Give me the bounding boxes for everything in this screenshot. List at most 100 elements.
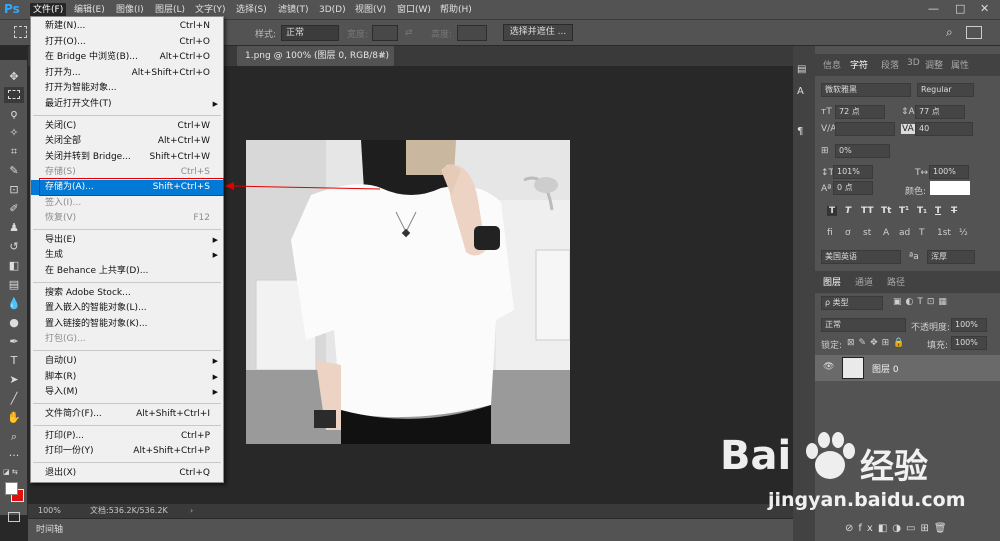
history-panel-icon[interactable]: ▤: [797, 64, 806, 75]
zoom-tool-icon[interactable]: ⌕: [4, 429, 24, 445]
visibility-eye-icon[interactable]: 👁: [823, 362, 834, 372]
menu-3d[interactable]: 3D(D): [316, 3, 349, 17]
ligatures-button[interactable]: fi: [827, 228, 833, 238]
menu-item-scripts[interactable]: 脚本(R) ▶: [31, 370, 223, 385]
font-size-field[interactable]: 72 点: [835, 105, 885, 119]
fractions-button[interactable]: ½: [959, 228, 968, 238]
superscript-button[interactable]: T¹: [899, 206, 909, 216]
gradient-tool-icon[interactable]: ▤: [4, 277, 24, 293]
blur-tool-icon[interactable]: 💧: [4, 296, 24, 312]
width-field[interactable]: [372, 25, 398, 41]
strikethrough-button[interactable]: T: [951, 206, 957, 216]
faux-italic-button[interactable]: T: [845, 206, 851, 216]
menu-item-share-behance[interactable]: 在 Behance 上共享(D)...: [31, 264, 223, 279]
menu-item-automate[interactable]: 自动(U) ▶: [31, 354, 223, 369]
baseline-field[interactable]: 0 点: [833, 181, 873, 195]
quick-mask-icon[interactable]: [8, 512, 20, 522]
menu-item-new[interactable]: 新建(N)... Ctrl+N: [31, 19, 223, 34]
menu-select[interactable]: 选择(S): [233, 3, 270, 17]
menu-item-print[interactable]: 打印(P)... Ctrl+P: [31, 429, 223, 444]
ordinals-button[interactable]: T: [919, 228, 925, 238]
tab-paths[interactable]: 路径: [887, 275, 905, 288]
menu-filter[interactable]: 滤镜(T): [275, 3, 312, 17]
workspace-icon[interactable]: [966, 26, 982, 39]
tab-paragraph[interactable]: 段落: [881, 58, 899, 71]
menu-item-package[interactable]: 打包(G)...: [31, 332, 223, 347]
marquee-tool-icon[interactable]: [4, 87, 24, 103]
vscale-field[interactable]: 0%: [835, 144, 890, 158]
brush-tool-icon[interactable]: ✐: [4, 201, 24, 217]
select-and-mask-button[interactable]: 选择并遮住 ...: [503, 24, 573, 41]
more-tools-icon[interactable]: ···: [4, 448, 24, 464]
menu-item-close-all[interactable]: 关闭全部 Alt+Ctrl+W: [31, 134, 223, 149]
line-tool-icon[interactable]: ╱: [4, 391, 24, 407]
menu-type[interactable]: 文字(Y): [192, 3, 229, 17]
height-field[interactable]: [457, 25, 487, 41]
menu-item-revert[interactable]: 恢复(V) F12: [31, 211, 223, 226]
font-family-select[interactable]: 微软雅黑: [821, 83, 911, 97]
swap-icon[interactable]: ⇄: [405, 28, 413, 38]
menu-file[interactable]: 文件(F): [30, 3, 67, 17]
layer-kind-filter[interactable]: ρ 类型: [821, 296, 883, 310]
small-caps-button[interactable]: Tt: [881, 206, 891, 216]
history-brush-icon[interactable]: ↺: [4, 239, 24, 255]
menu-item-open-as[interactable]: 打开为... Alt+Shift+Ctrl+O: [31, 66, 223, 81]
character-panel-icon[interactable]: A: [797, 86, 804, 97]
marquee-preset-icon[interactable]: [14, 26, 27, 38]
healing-brush-icon[interactable]: ⊡: [4, 182, 24, 198]
horizontal-scale-field[interactable]: 100%: [929, 165, 969, 179]
default-colors-icon[interactable]: ◪ ⇆: [3, 468, 18, 476]
lasso-tool-icon[interactable]: ϙ: [4, 106, 24, 122]
menu-item-close[interactable]: 关闭(C) Ctrl+W: [31, 119, 223, 134]
layer-name[interactable]: 图层 0: [872, 362, 899, 375]
language-select[interactable]: 美国英语: [821, 250, 901, 264]
dodge-tool-icon[interactable]: ●: [4, 315, 24, 331]
menu-item-open-smart-object[interactable]: 打开为智能对象...: [31, 81, 223, 96]
menu-item-check-in[interactable]: 签入(I)...: [31, 196, 223, 211]
menu-help[interactable]: 帮助(H): [437, 3, 475, 17]
lock-icons[interactable]: ⊠✎✥⊞🔒: [847, 338, 908, 348]
restore-button[interactable]: □: [955, 2, 965, 15]
menu-item-search-stock[interactable]: 搜索 Adobe Stock...: [31, 286, 223, 301]
menu-item-close-go-bridge[interactable]: 关闭并转到 Bridge... Shift+Ctrl+W: [31, 150, 223, 165]
fill-field[interactable]: 100%: [951, 336, 987, 350]
move-tool-icon[interactable]: ✥: [4, 69, 24, 85]
opacity-field[interactable]: 100%: [951, 318, 987, 332]
tab-layers[interactable]: 图层: [823, 275, 841, 288]
filter-icons[interactable]: ▣◐T⊡▦: [893, 297, 951, 307]
paragraph-panel-icon[interactable]: ¶: [797, 126, 803, 137]
vertical-scale-field[interactable]: 101%: [833, 165, 873, 179]
menu-item-file-info[interactable]: 文件简介(F)... Alt+Shift+Ctrl+I: [31, 407, 223, 422]
tab-adjustments[interactable]: 调整: [925, 58, 943, 71]
old-style-button[interactable]: ơ: [845, 228, 851, 238]
tab-channels[interactable]: 通道: [855, 275, 873, 288]
subscript-button[interactable]: T₁: [917, 206, 927, 216]
layer-row[interactable]: 👁 图层 0: [815, 355, 1000, 381]
menu-window[interactable]: 窗口(W): [394, 3, 434, 17]
pen-tool-icon[interactable]: ✒: [4, 334, 24, 350]
tab-character[interactable]: 字符: [850, 58, 868, 71]
menu-item-exit[interactable]: 退出(X) Ctrl+Q: [31, 466, 223, 481]
menu-item-place-linked[interactable]: 置入链接的智能对象(K)...: [31, 317, 223, 332]
hand-tool-icon[interactable]: ✋: [4, 410, 24, 426]
eyedropper-icon[interactable]: ✎: [4, 163, 24, 179]
crop-tool-icon[interactable]: ⌗: [4, 144, 24, 160]
menu-item-open[interactable]: 打开(O)... Ctrl+O: [31, 35, 223, 50]
eraser-icon[interactable]: ◧: [4, 258, 24, 274]
faux-bold-button[interactable]: T: [827, 206, 838, 216]
font-style-select[interactable]: Regular: [917, 83, 974, 97]
text-color-swatch[interactable]: [930, 181, 970, 195]
menu-item-import[interactable]: 导入(M) ▶: [31, 385, 223, 400]
minimize-button[interactable]: —: [928, 2, 939, 15]
type-tool-icon[interactable]: T: [4, 353, 24, 369]
document-tab[interactable]: 1.png @ 100% (图层 0, RGB/8#) ×: [237, 46, 394, 66]
menu-item-generate[interactable]: 生成 ▶: [31, 248, 223, 263]
menu-edit[interactable]: 编辑(E): [71, 3, 108, 17]
kerning-field[interactable]: [835, 122, 895, 136]
tab-info[interactable]: 信息: [823, 58, 841, 71]
menu-item-recent-files[interactable]: 最近打开文件(T) ▶: [31, 97, 223, 112]
magic-wand-icon[interactable]: ✧: [4, 125, 24, 141]
underline-button[interactable]: T: [935, 206, 941, 216]
tab-3d[interactable]: 3D: [907, 58, 920, 68]
titling-alt-button[interactable]: ad: [899, 228, 910, 238]
